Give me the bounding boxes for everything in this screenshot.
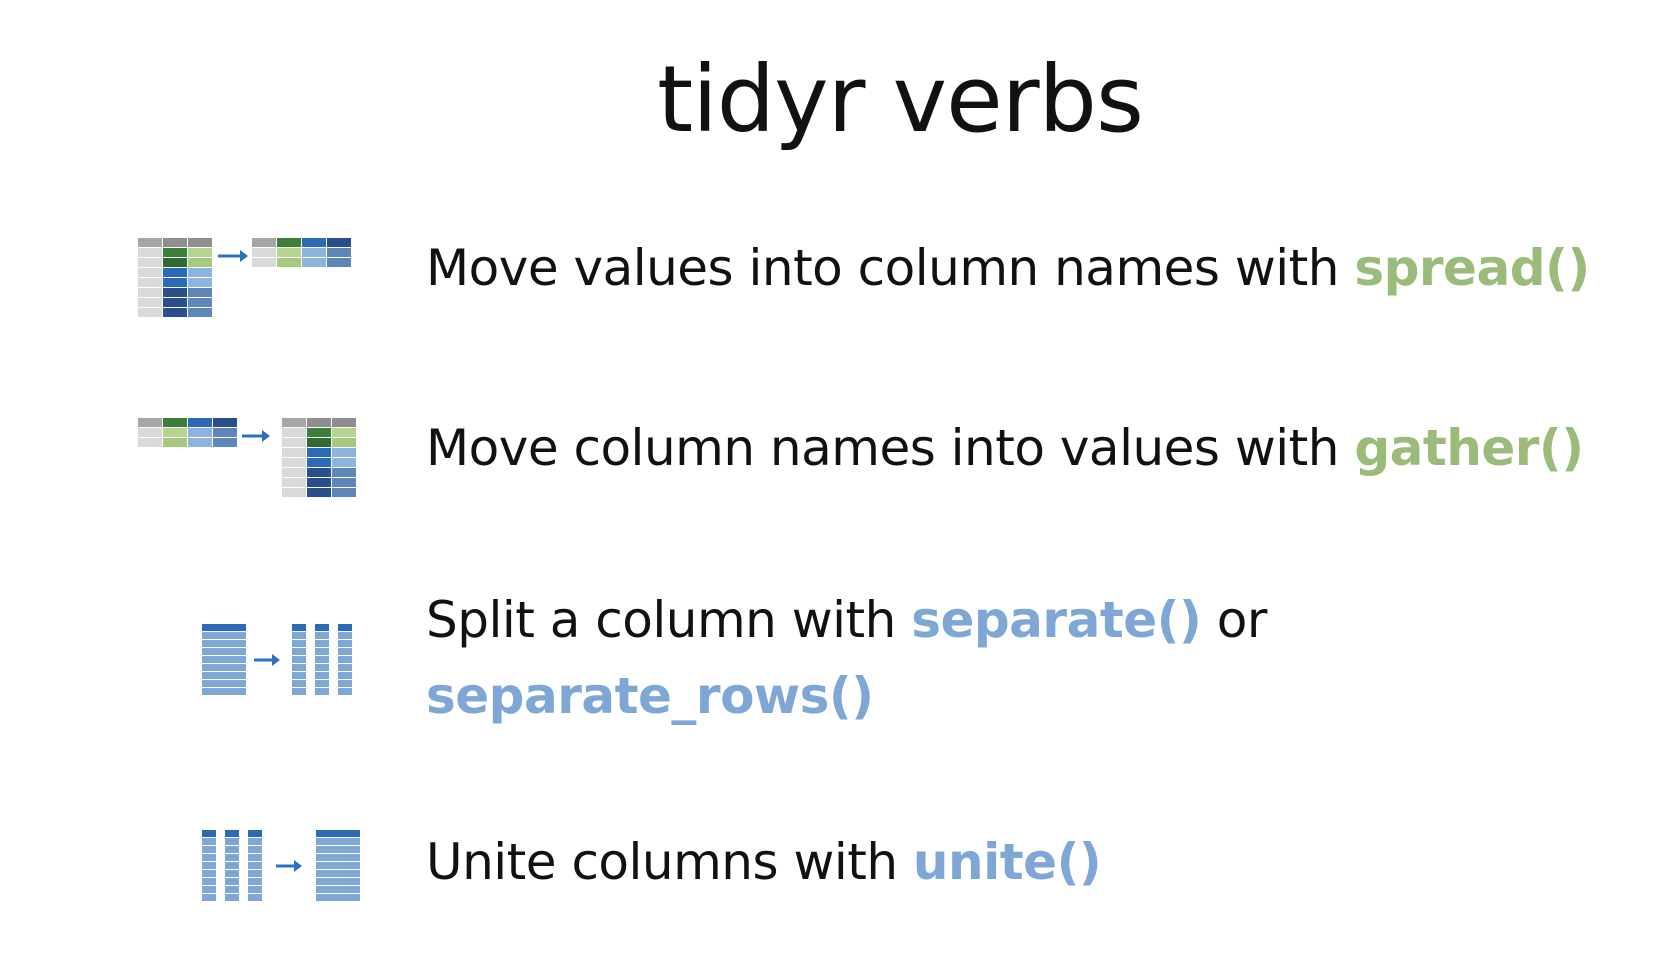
verb-connector: or [1201, 591, 1268, 649]
unite-columns-icon [202, 830, 360, 901]
function-name-separate-rows: separate_rows() [426, 667, 874, 725]
slide: tidyr verbs Move values into column name… [0, 0, 1678, 978]
verb-description: Move values into column names with [426, 239, 1355, 297]
verb-text: Split a column with separate() or [426, 582, 1267, 658]
function-name-separate: separate() [911, 591, 1202, 649]
verb-description: Split a column with [426, 591, 912, 649]
separate-columns-icon [202, 624, 352, 695]
verb-text-line-2: separate_rows() [426, 658, 874, 734]
spread-table-icon [138, 238, 351, 317]
gather-table-icon [138, 418, 356, 497]
verb-text: Move column names into values with gathe… [426, 410, 1584, 486]
verb-description: Move column names into values with [426, 419, 1355, 477]
verb-text: Unite columns with unite() [426, 824, 1102, 900]
function-name-gather: gather() [1354, 419, 1584, 477]
verb-description: Unite columns with [426, 833, 913, 891]
slide-title: tidyr verbs [657, 46, 1144, 153]
function-name-spread: spread() [1354, 239, 1590, 297]
function-name-unite: unite() [912, 833, 1102, 891]
verb-text: Move values into column names with sprea… [426, 230, 1590, 306]
